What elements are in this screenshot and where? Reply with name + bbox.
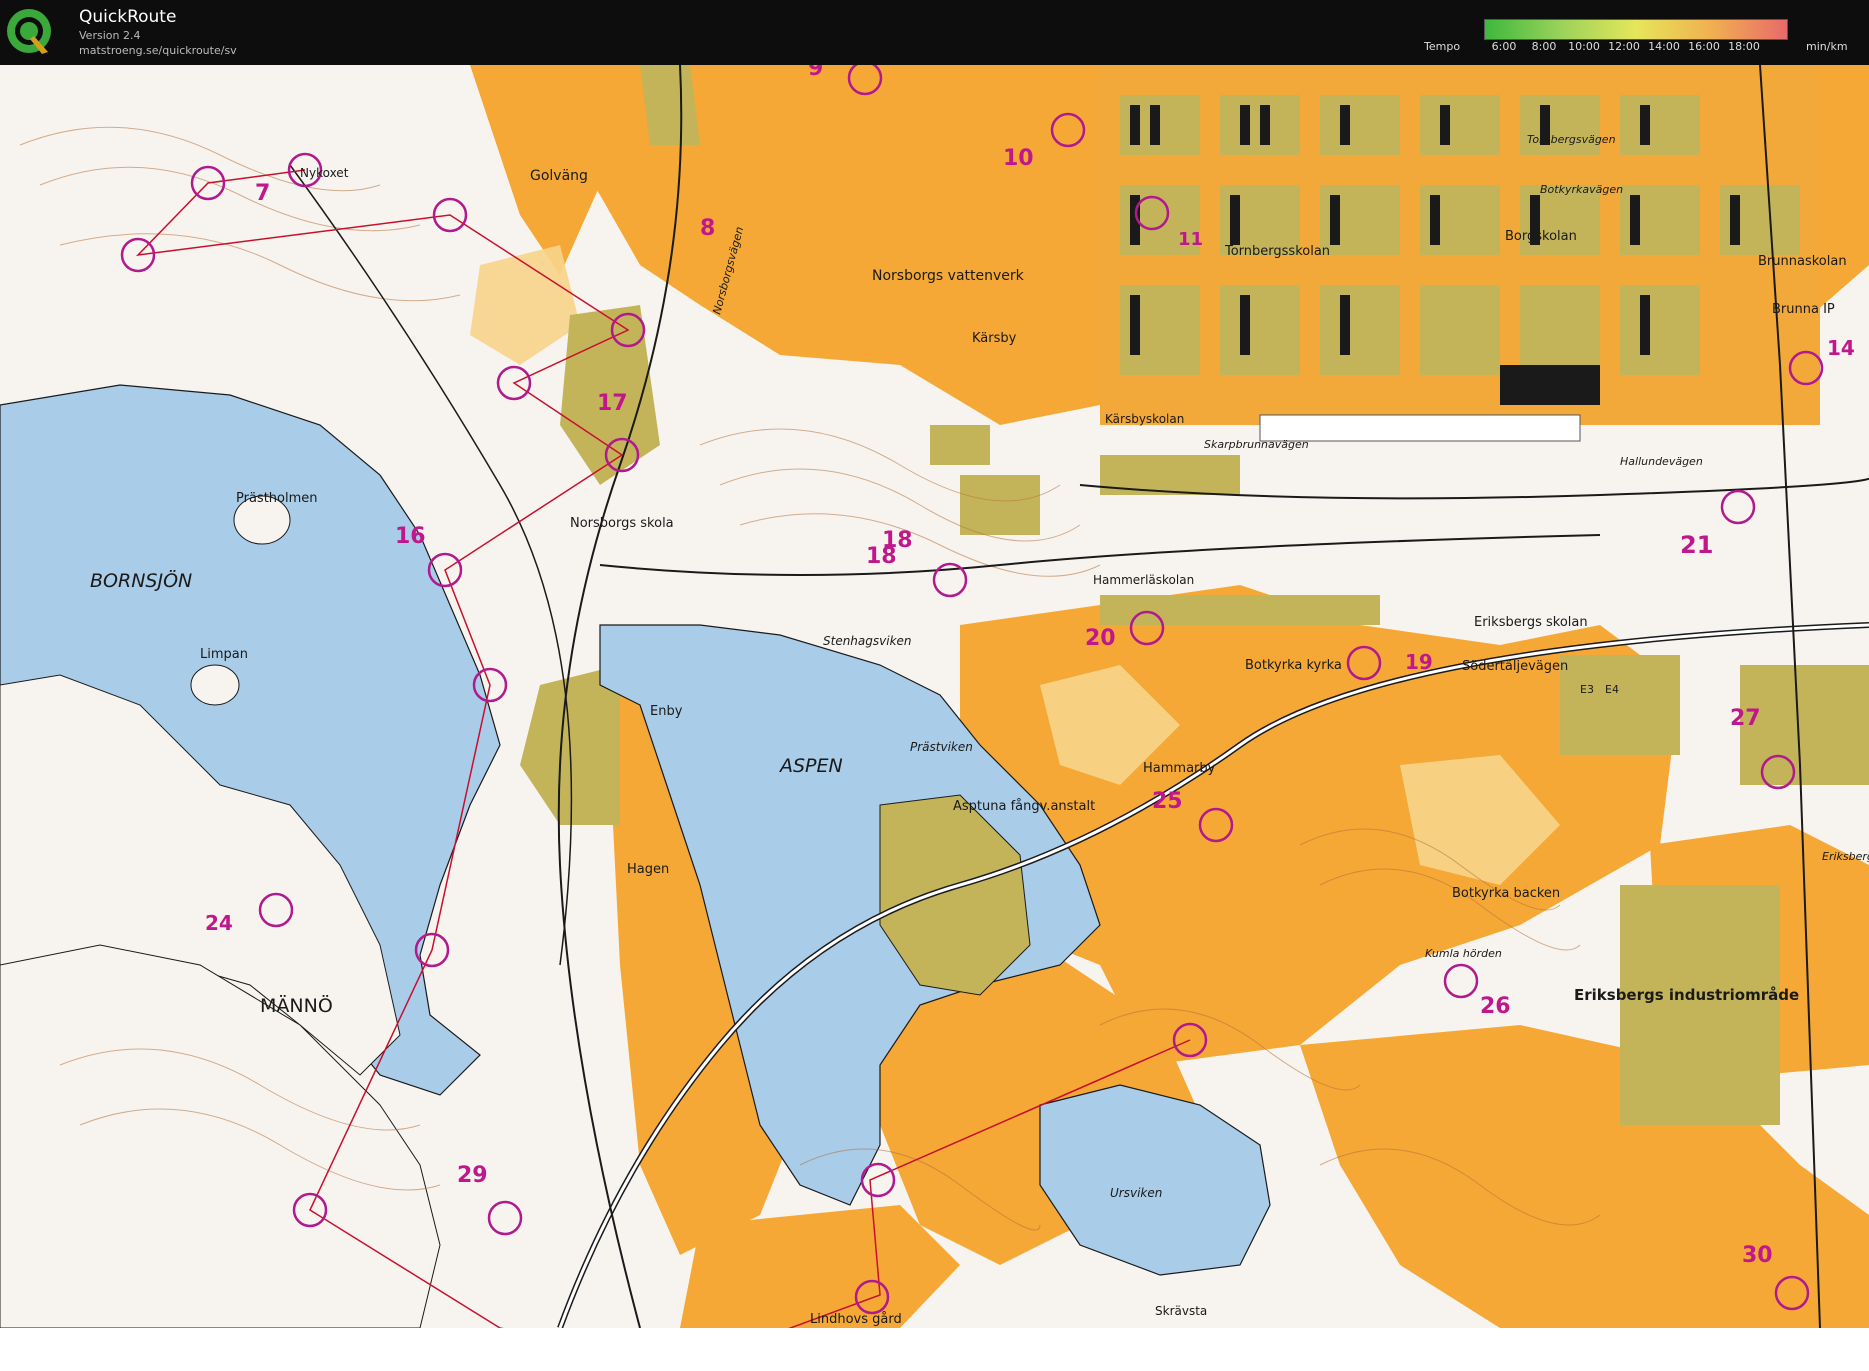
quickroute-logo-icon bbox=[7, 9, 51, 54]
place-name: Norsborgs vattenverk bbox=[872, 268, 1025, 284]
control-number: 30 bbox=[1742, 1243, 1773, 1268]
control-number: 26 bbox=[1480, 994, 1511, 1019]
control-number: 27 bbox=[1730, 706, 1761, 731]
control-number: 24 bbox=[205, 911, 233, 935]
control-number: 17 bbox=[597, 391, 628, 416]
tempo-label: Tempo bbox=[1424, 40, 1461, 53]
place-name: Norsborgs skola bbox=[570, 516, 674, 531]
place-name: Nykoxet bbox=[300, 166, 349, 180]
place-name: Botkyrka kyrka bbox=[1245, 658, 1342, 673]
place-name: Lindhovs gård bbox=[810, 1312, 902, 1327]
orienteering-map[interactable]: 7 8 9 10 11 14 16 17 18 18 19 20 21 24 2… bbox=[0, 65, 1869, 1328]
place-name: E3 bbox=[1580, 683, 1594, 696]
place-name: Prästviken bbox=[910, 740, 973, 754]
place-name: Asptuna fångv.anstalt bbox=[953, 799, 1095, 814]
app-title: QuickRoute bbox=[79, 7, 177, 27]
place-name: Hallundevägen bbox=[1620, 455, 1703, 468]
place-name: BORNSJÖN bbox=[90, 569, 192, 592]
place-name: Brunnaskolan bbox=[1758, 254, 1847, 269]
control-number: 18 bbox=[866, 544, 897, 569]
control-number: 29 bbox=[457, 1163, 488, 1188]
control-number: 11 bbox=[1178, 229, 1203, 250]
place-name: Golväng bbox=[530, 168, 588, 184]
control-number: 25 bbox=[1152, 789, 1183, 814]
app-url[interactable]: matstroeng.se/quickroute/sv bbox=[79, 44, 237, 57]
tempo-tick-label: 18:00 bbox=[1728, 40, 1760, 53]
place-name: Brunna IP bbox=[1772, 302, 1835, 317]
control-number: 10 bbox=[1003, 146, 1034, 171]
place-name: Stenhagsviken bbox=[823, 634, 912, 648]
place-name: Borgskolan bbox=[1505, 229, 1577, 244]
control-number: 14 bbox=[1827, 336, 1855, 360]
place-name: Kumla hörden bbox=[1425, 947, 1502, 960]
control-number: 19 bbox=[1405, 650, 1433, 674]
control-number: 21 bbox=[1680, 531, 1713, 559]
place-name: Eriksbergs industriområde bbox=[1574, 986, 1799, 1004]
place-name: ASPEN bbox=[778, 755, 843, 777]
place-name: Hagen bbox=[627, 862, 669, 877]
place-name: Hammarby bbox=[1143, 761, 1216, 776]
place-name: Limpan bbox=[200, 647, 248, 662]
place-name: Hammerläskolan bbox=[1093, 573, 1194, 587]
place-name: Tornbergsskolan bbox=[1224, 244, 1330, 259]
place-name: Eriksbergs skolan bbox=[1474, 615, 1588, 630]
place-name: Södertäljevägen bbox=[1462, 659, 1568, 674]
control-number: 16 bbox=[395, 524, 426, 549]
place-name: Eriksberg bbox=[1822, 850, 1869, 863]
place-name: Enby bbox=[650, 704, 683, 719]
app-version: Version 2.4 bbox=[79, 29, 141, 42]
place-name: Botkyrka backen bbox=[1452, 886, 1560, 901]
tempo-color-scale bbox=[1484, 19, 1788, 40]
control-number: 9 bbox=[808, 65, 823, 81]
place-name: Prästholmen bbox=[236, 491, 318, 506]
place-name: Kärsby bbox=[972, 331, 1017, 346]
control-number: 20 bbox=[1085, 626, 1116, 651]
place-name: Skarpbrunnavägen bbox=[1204, 438, 1309, 451]
place-name: MÄNNÖ bbox=[260, 994, 333, 1017]
place-name: E4 bbox=[1605, 683, 1619, 696]
map-canvas[interactable]: 7 8 9 10 11 14 16 17 18 18 19 20 21 24 2… bbox=[0, 65, 1869, 1328]
control-number: 8 bbox=[700, 216, 715, 241]
place-name: Ursviken bbox=[1110, 1186, 1162, 1200]
place-name: Tornbergsvägen bbox=[1527, 133, 1616, 146]
control-number: 7 bbox=[255, 181, 270, 206]
place-name: Botkyrkavägen bbox=[1540, 183, 1623, 196]
place-name: Kärsbyskolan bbox=[1105, 412, 1184, 426]
tempo-unit: min/km bbox=[1806, 40, 1848, 53]
place-name: Skrävsta bbox=[1155, 1304, 1207, 1318]
app-header: QuickRoute Version 2.4 matstroeng.se/qui… bbox=[0, 0, 1869, 65]
